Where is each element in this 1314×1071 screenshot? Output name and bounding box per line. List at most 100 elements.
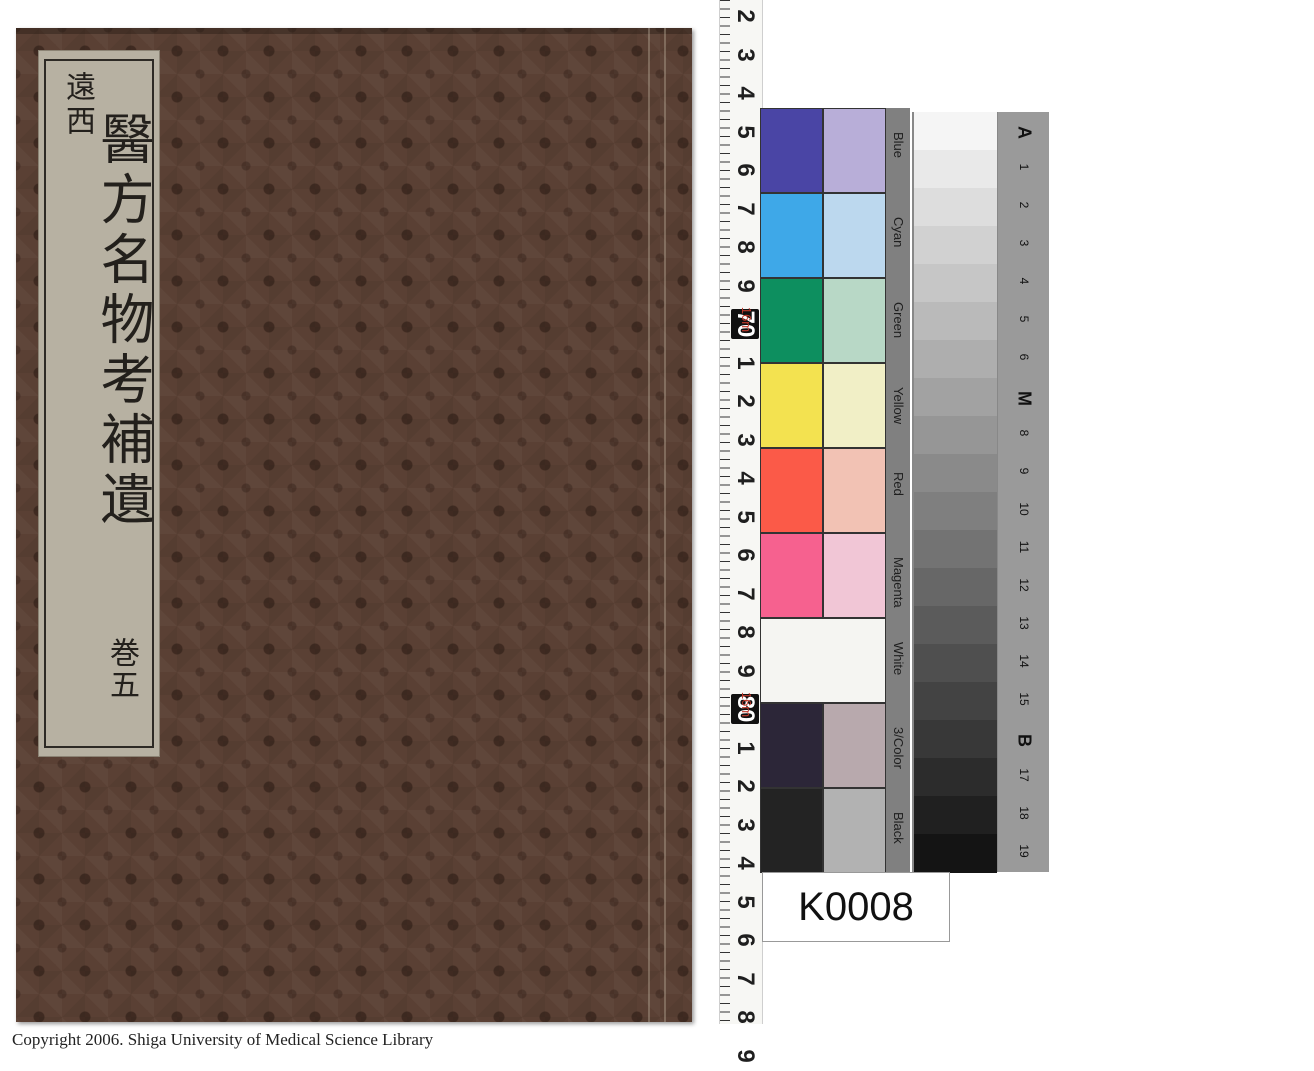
ruler-number: 8 — [732, 625, 759, 639]
gray-step-label: 9 — [1017, 467, 1031, 475]
color-patch-white — [760, 618, 886, 703]
gray-step — [914, 226, 997, 265]
ruler-number: 2 — [732, 9, 759, 23]
gray-step — [914, 188, 997, 227]
measuring-ruler: 2 3 4 5 6 7 8 9 70 16m 1 2 3 4 5 6 7 8 9 80 16m 1 2 3 4 5 6 7 8 9 — [719, 0, 763, 1062]
gray-step — [914, 834, 997, 873]
color-patch-label: 3/Color — [891, 727, 906, 769]
gray-step — [914, 758, 997, 797]
gray-step — [914, 606, 997, 645]
color-patch-label: Blue — [891, 132, 906, 159]
gray-step-label: 1 — [1017, 163, 1031, 171]
gray-step — [914, 720, 997, 759]
gray-step — [914, 302, 997, 341]
catalog-id-label: K0008 — [762, 872, 950, 942]
gray-step — [914, 416, 997, 455]
ruler-number: 8 — [732, 240, 759, 254]
gray-step-label: 19 — [1017, 844, 1031, 858]
color-patch-label: Yellow — [891, 387, 906, 425]
color-patch-label: Red — [891, 472, 906, 496]
ruler-number: 4 — [732, 471, 759, 485]
binding-thread-line — [648, 28, 650, 1022]
book-cover: 遠西 醫方名物考補遺 巻五 — [16, 28, 692, 1022]
gray-step-label: 11 — [1017, 540, 1031, 554]
ruler-number: 6 — [732, 163, 759, 177]
color-patch-light — [823, 533, 886, 618]
copyright-notice: Copyright 2006. Shiga University of Medi… — [12, 1030, 434, 1049]
gray-step-label: 5 — [1017, 315, 1031, 323]
gray-step-label: 12 — [1017, 578, 1031, 592]
ruler-number: 1 — [732, 740, 759, 755]
gray-step-label: 17 — [1017, 768, 1031, 782]
ruler-number: 5 — [732, 124, 759, 139]
ruler-number: 2 — [732, 779, 759, 793]
color-patch-dark — [760, 533, 823, 618]
color-chart: Blue Cyan Green Yellow Red Magenta White 3/Colo… — [760, 108, 910, 873]
color-patch-light — [823, 108, 886, 193]
binding-thread-line — [664, 28, 666, 1022]
color-patch-light — [823, 703, 886, 788]
gray-step — [914, 454, 997, 493]
ruler-number: 1 — [732, 355, 759, 370]
color-patch-dark — [760, 278, 823, 363]
color-patch-light — [823, 278, 886, 363]
gray-step-label: 4 — [1017, 277, 1031, 285]
gray-step-label: 8 — [1017, 429, 1031, 437]
title-slip: 遠西 醫方名物考補遺 巻五 — [38, 50, 160, 757]
ruler-number: 5 — [732, 509, 759, 524]
gray-step — [914, 796, 997, 835]
gray-step-label: 10 — [1017, 502, 1031, 516]
ruler-ticks — [720, 0, 730, 1024]
book-top-edge — [16, 28, 692, 34]
color-patch-dark — [760, 108, 823, 193]
ruler-unit: 16m — [739, 691, 755, 718]
color-patch-label: Magenta — [891, 557, 906, 608]
color-patch-dark — [760, 703, 823, 788]
color-patch-dark — [760, 363, 823, 448]
color-patch-light — [823, 193, 886, 278]
ruler-number: 7 — [732, 201, 759, 216]
color-patch-label: White — [891, 642, 906, 676]
gray-step — [914, 112, 997, 151]
color-patch-light — [823, 363, 886, 448]
gray-step — [914, 378, 997, 417]
gray-scale-label-strip — [998, 112, 1049, 872]
volume-number: 巻五 — [104, 637, 139, 701]
gray-step — [914, 264, 997, 303]
gray-step — [914, 644, 997, 683]
gray-scale-chart: A 1 2 3 4 5 6 M 8 9 10 11 12 13 14 15 B 17 18 19 — [912, 112, 1049, 873]
ruler-number: 9 — [732, 278, 759, 293]
ruler-unit: 16m — [739, 306, 755, 333]
ruler-number: 7 — [732, 586, 759, 601]
gray-step — [914, 682, 997, 721]
ruler-number: 9 — [732, 1048, 759, 1063]
gray-step-label: 15 — [1017, 692, 1031, 706]
ruler-number: 3 — [732, 817, 759, 832]
gray-step-label: B — [1014, 734, 1035, 747]
color-patch-label: Green — [891, 302, 906, 339]
ruler-number: 6 — [732, 548, 759, 562]
gray-step-label: 18 — [1017, 806, 1031, 820]
gray-step-label: M — [1014, 391, 1035, 406]
gray-step — [914, 340, 997, 379]
book-title: 醫方名物考補遺 — [91, 111, 154, 531]
color-patch-dark — [760, 193, 823, 278]
ruler-number: 3 — [732, 47, 759, 62]
color-patch-label: Cyan — [891, 217, 906, 248]
color-patch-label: Black — [891, 812, 906, 844]
gray-step-label: 13 — [1017, 616, 1031, 630]
color-patch-dark — [760, 448, 823, 533]
gray-step — [914, 530, 997, 569]
ruler-number: 3 — [732, 432, 759, 447]
gray-step-label: 2 — [1017, 201, 1031, 209]
ruler-number: 4 — [732, 86, 759, 100]
ruler-number: 5 — [732, 894, 759, 909]
color-patch-dark — [760, 788, 823, 873]
ruler-number: 2 — [732, 394, 759, 408]
gray-step-label: 3 — [1017, 239, 1031, 247]
gray-step — [914, 150, 997, 189]
ruler-number: 7 — [732, 971, 759, 986]
gray-step-label: A — [1014, 126, 1035, 139]
ruler-number: 6 — [732, 933, 759, 947]
gray-step — [914, 492, 997, 531]
